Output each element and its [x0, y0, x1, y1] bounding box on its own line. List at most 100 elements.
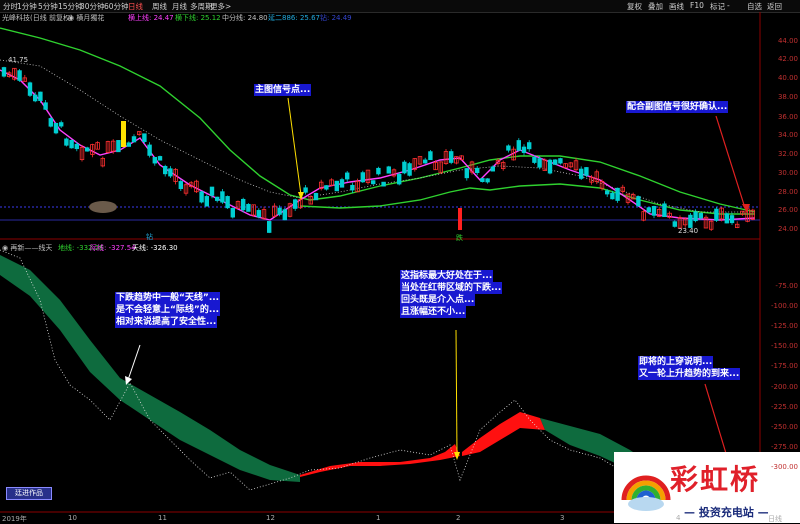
signal-bar-red — [458, 208, 462, 230]
date-axis-label: 3 — [560, 514, 565, 522]
red-band-area — [462, 412, 545, 456]
candle-body — [381, 181, 386, 187]
candle-body — [553, 159, 558, 165]
candle-body — [724, 213, 729, 224]
date-axis-label: 1 — [376, 514, 381, 522]
price-axis-label: 32.00 — [777, 150, 798, 158]
annotation-best: 这指标最大好处在于... 当处在红带区域的下跌... 回头既是介入点... 且涨… — [400, 270, 503, 318]
candle-body — [521, 146, 527, 153]
low-price-label: 23.40 — [678, 227, 699, 235]
candle-body — [85, 147, 90, 152]
candle-body — [157, 156, 163, 161]
price-axis-label: 36.00 — [777, 113, 798, 121]
candle-body — [246, 203, 251, 212]
main-chart-legend: 光峰科技(日线 前复权) ◉ 横月獨花 横上线: 24.47 横下线: 25.1… — [0, 12, 760, 22]
date-axis-label: 4 — [676, 514, 681, 522]
annotation-line: 下跌趋势中一般“天线”... — [115, 292, 221, 304]
annotation-line: 且涨幅还不小... — [400, 306, 467, 318]
sub-chart-legend: ◉ 再新——线天 地线: -332.26 际线: -327.54 天线: -32… — [0, 242, 760, 252]
indicator-axis-label: -275.00 — [770, 443, 798, 451]
date-axis-label: 11 — [158, 514, 167, 522]
candle-body — [480, 178, 485, 183]
candle-body — [428, 151, 433, 161]
candle-body — [48, 118, 53, 127]
candle-body — [610, 192, 615, 200]
candle-body — [168, 168, 173, 177]
arrow-best — [455, 329, 458, 456]
candle-body — [579, 168, 584, 179]
indicator-axis-label: -200.00 — [770, 383, 798, 391]
beetle-icon — [89, 201, 117, 213]
candle-body — [266, 221, 272, 233]
candle-body — [64, 138, 69, 146]
price-axis-label: 40.00 — [777, 74, 798, 82]
candle-body — [386, 166, 391, 174]
arrow-downtrend — [127, 344, 141, 381]
annotation-line: 配合副图信号很好确认... — [626, 101, 729, 113]
candle-body — [646, 207, 651, 213]
watermark-title: 彩虹桥 — [670, 463, 761, 496]
price-axis-label: 38.00 — [777, 93, 798, 101]
annotation-downtrend: 下跌趋势中一般“天线”... 是不会轻意上“际线”的... 相对来说提高了安全性… — [115, 292, 221, 328]
candle-body — [220, 191, 225, 203]
green-band-area — [0, 255, 300, 482]
candle-body — [339, 179, 345, 188]
candle-body — [584, 167, 589, 176]
annotation-line: 回头既是介入点... — [400, 294, 476, 306]
annotation-main-signal: 主图信号点... — [254, 84, 312, 96]
candle-body — [672, 221, 677, 227]
candle-body — [448, 151, 454, 163]
candle-body — [59, 122, 64, 127]
candle-body — [527, 142, 532, 150]
annotation-breakout: 即将的上穿说明... 又一轮上升趋势的到来... — [638, 356, 741, 380]
arrow-breakout — [704, 383, 729, 461]
extra-line2-value: 钻: 24.49 — [320, 14, 352, 22]
candle-body — [277, 207, 282, 215]
annotation-line: 相对来说提高了安全性... — [115, 316, 218, 328]
candle-body — [38, 91, 43, 101]
candle-body — [69, 139, 74, 149]
candle-body — [204, 196, 209, 207]
price-axis-label: 42.00 — [777, 55, 798, 63]
candle-body — [230, 207, 235, 218]
candle-body — [53, 122, 59, 134]
rainbow-logo-icon — [621, 475, 671, 511]
candle-body — [490, 166, 495, 172]
indicator-axis-label: -175.00 — [770, 362, 798, 370]
candle-body — [74, 143, 79, 150]
candle-body — [147, 144, 152, 156]
price-axis-label: 28.00 — [777, 188, 798, 196]
candle-body — [615, 187, 620, 201]
candle-body — [516, 140, 521, 151]
indicator-axis-label: -300.00 — [770, 463, 798, 471]
candle-body — [324, 185, 329, 190]
sub-line2-value: 际线: -327.54 — [90, 244, 136, 252]
signal-bar — [121, 121, 126, 147]
indicator-axis-label: -225.00 — [770, 403, 798, 411]
author-badge[interactable]: 廷进作品 — [6, 487, 52, 500]
candle-body — [532, 156, 537, 163]
candle-body — [214, 196, 220, 201]
annotation-line: 这指标最大好处在于... — [400, 270, 494, 282]
mid-line-value: 中分线: 24.80 — [222, 14, 268, 22]
candle-body — [474, 167, 480, 173]
price-axis-label: 24.00 — [777, 225, 798, 233]
candle-body — [407, 163, 412, 176]
candle-body — [370, 180, 376, 185]
trend-dotted-line — [0, 59, 755, 213]
candle-body — [43, 102, 48, 110]
upper-band-line — [0, 27, 756, 213]
candle-body — [605, 190, 610, 195]
price-axis-label: 26.00 — [777, 206, 798, 214]
candle-body — [558, 158, 563, 164]
arrow-confirm — [715, 115, 746, 209]
candle-body — [126, 142, 131, 147]
date-axis-label: 12 — [266, 514, 275, 522]
candle-body — [131, 136, 137, 143]
red-band-area — [300, 444, 460, 477]
signal-label-2: 跌 — [456, 234, 463, 242]
indicator-axis-label: -75.00 — [775, 282, 798, 290]
annotation-confirm: 配合副图信号很好确认... — [626, 101, 729, 113]
candle-body — [636, 196, 641, 207]
price-axis-label: 30.00 — [777, 169, 798, 177]
